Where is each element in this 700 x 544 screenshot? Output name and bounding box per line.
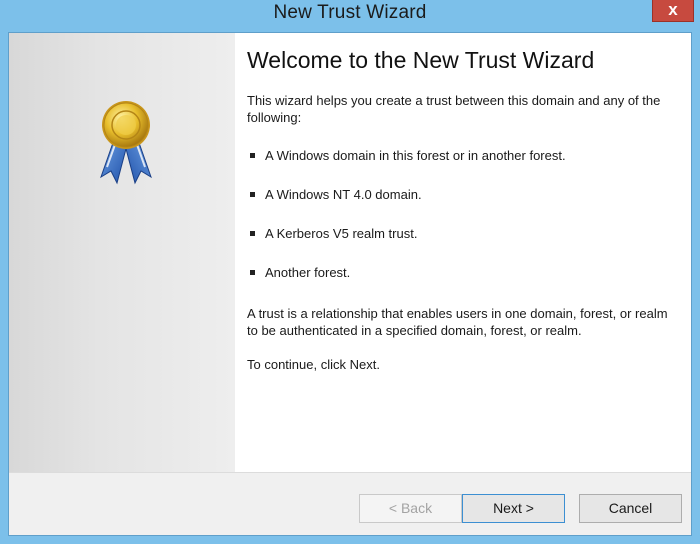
list-item: A Kerberos V5 realm trust. [247,225,677,242]
welcome-content: Welcome to the New Trust Wizard This wiz… [247,47,677,373]
bullet-icon [250,270,255,275]
list-item-text: A Kerberos V5 realm trust. [265,226,418,241]
list-item-text: A Windows NT 4.0 domain. [265,187,422,202]
bullet-icon [250,231,255,236]
bullet-icon [250,192,255,197]
button-bar: < Back Next > Cancel [9,472,691,535]
list-item: A Windows domain in this forest or in an… [247,147,677,164]
bullet-icon [250,153,255,158]
list-item-text: A Windows domain in this forest or in an… [265,148,566,163]
list-item-text: Another forest. [265,265,351,280]
title-bar[interactable]: New Trust Wizard x [0,0,700,32]
wizard-window: New Trust Wizard x Welcome to the New Tr… [0,0,700,544]
next-button[interactable]: Next > [462,494,565,523]
back-button[interactable]: < Back [359,494,462,523]
wizard-client-area: Welcome to the New Trust Wizard This wiz… [8,32,692,536]
trust-type-list: A Windows domain in this forest or in an… [247,147,677,281]
list-item: Another forest. [247,264,677,281]
intro-text: This wizard helps you create a trust bet… [247,93,661,125]
cancel-button[interactable]: Cancel [579,494,682,523]
window-title: New Trust Wizard [273,2,427,23]
award-medal-icon [100,101,152,185]
trust-definition-text: A trust is a relationship that enables u… [247,306,668,338]
page-title: Welcome to the New Trust Wizard [247,47,595,73]
list-item: A Windows NT 4.0 domain. [247,186,677,203]
side-panel [9,33,235,472]
continue-instruction: To continue, click Next. [247,357,380,372]
close-button[interactable]: x [652,0,694,22]
